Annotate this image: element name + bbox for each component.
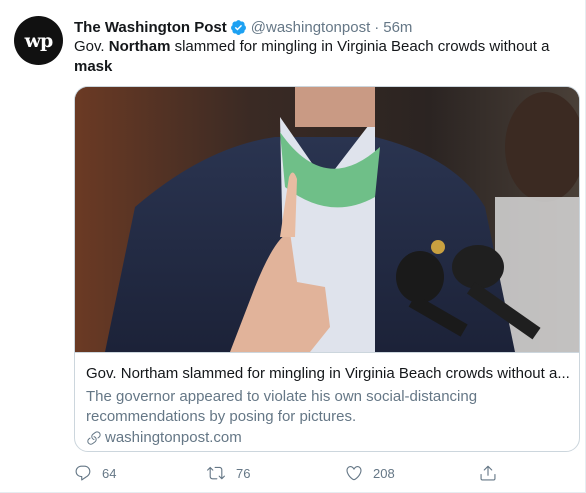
action-bar: 64 76 208 bbox=[74, 462, 504, 484]
link-card[interactable]: Gov. Northam slammed for mingling in Vir… bbox=[74, 86, 580, 452]
author-name[interactable]: The Washington Post bbox=[74, 19, 227, 36]
card-domain-text[interactable]: washingtonpost.com bbox=[105, 429, 242, 446]
tweet-text-part: Gov. bbox=[74, 38, 109, 55]
tweet-text: Gov. Northam slammed for mingling in Vir… bbox=[74, 37, 574, 77]
author-handle[interactable]: @washingtonpost bbox=[251, 19, 370, 36]
like-button[interactable]: 208 bbox=[345, 462, 395, 484]
reply-count: 64 bbox=[102, 465, 117, 481]
link-icon bbox=[87, 430, 101, 445]
share-button[interactable] bbox=[479, 462, 507, 484]
like-count: 208 bbox=[373, 465, 395, 481]
card-domain[interactable]: washingtonpost.com bbox=[86, 429, 242, 446]
tweet-text-part: slammed for mingling in Virginia Beach c… bbox=[170, 38, 550, 55]
retweet-button[interactable]: 76 bbox=[206, 462, 250, 484]
card-description: The governor appeared to violate his own… bbox=[86, 388, 478, 425]
tweet-text-bold: mask bbox=[74, 58, 113, 75]
avatar[interactable]: wp bbox=[14, 16, 63, 65]
card-image[interactable] bbox=[75, 87, 579, 352]
tweet-header: The Washington Post @washingtonpost · 56… bbox=[74, 16, 412, 38]
separator-dot: · bbox=[374, 18, 380, 36]
card-body[interactable]: Gov. Northam slammed for mingling in Vir… bbox=[75, 352, 579, 451]
share-icon bbox=[480, 465, 496, 481]
tweet-text-bold: Northam bbox=[108, 38, 171, 55]
reply-icon bbox=[75, 465, 91, 481]
retweet-count: 76 bbox=[236, 465, 251, 481]
reply-button[interactable]: 64 bbox=[74, 462, 116, 484]
like-icon bbox=[346, 466, 362, 481]
tweet[interactable]: wp The Washington Post @washingtonpost ·… bbox=[0, 0, 586, 493]
card-photo-illustration bbox=[75, 87, 579, 352]
avatar-logo: wp bbox=[24, 29, 54, 52]
timestamp[interactable]: 56m bbox=[383, 19, 412, 36]
retweet-icon bbox=[207, 466, 225, 480]
verified-badge-icon bbox=[230, 19, 246, 35]
card-title[interactable]: Gov. Northam slammed for mingling in Vir… bbox=[86, 365, 572, 382]
